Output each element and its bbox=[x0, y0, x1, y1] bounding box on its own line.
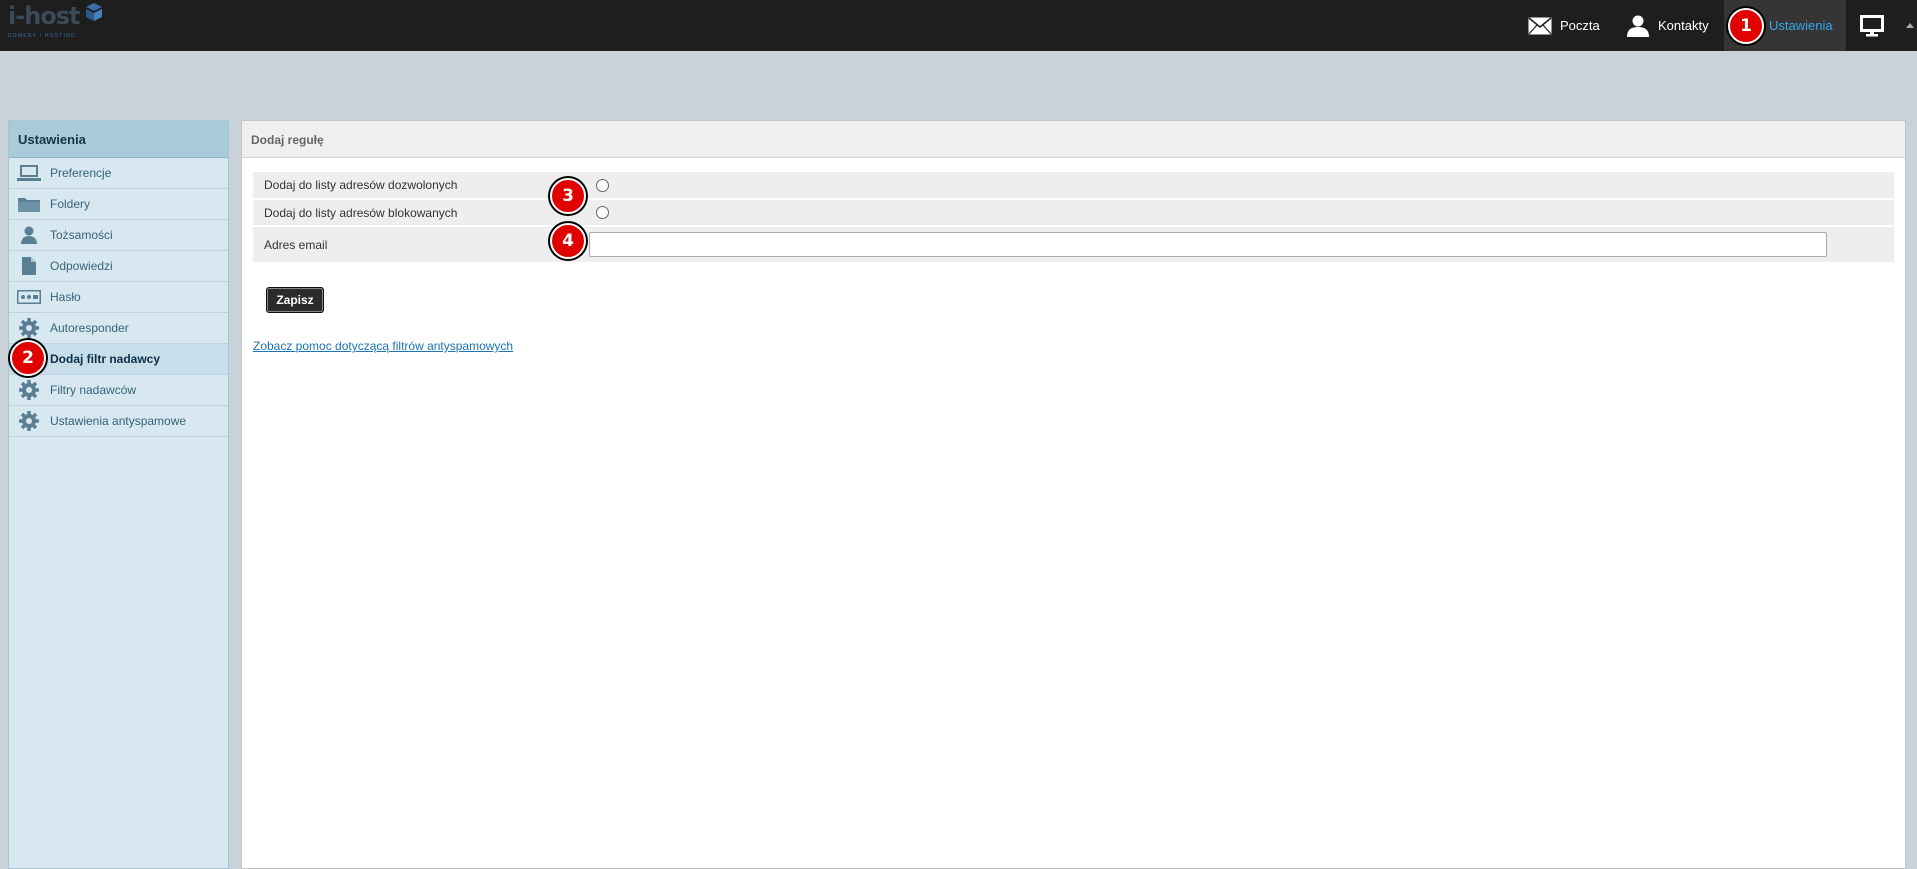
sidebar-item-label: Tożsamości bbox=[50, 228, 113, 242]
blacklist-radio[interactable] bbox=[596, 206, 609, 219]
folder-icon bbox=[17, 194, 41, 214]
nav-mail[interactable]: Poczta bbox=[1528, 0, 1600, 51]
email-row: Adres email bbox=[253, 227, 1894, 262]
nav-contacts[interactable]: Kontakty bbox=[1626, 0, 1709, 51]
panel-title: Dodaj regułę bbox=[242, 121, 1905, 158]
brand-logo-text: i-host bbox=[8, 2, 81, 30]
person-icon bbox=[17, 225, 41, 245]
sidebar-item-label: Foldery bbox=[50, 197, 91, 211]
whitelist-label: Dodaj do listy adresów dozwolonych bbox=[264, 178, 458, 192]
sidebar-item-label: Ustawienia antyspamowe bbox=[50, 414, 187, 428]
caret-up-icon[interactable] bbox=[1906, 23, 1914, 28]
person-icon bbox=[1627, 15, 1649, 37]
sidebar-item-sender-filters[interactable]: Filtry nadawców bbox=[9, 375, 228, 406]
annotation-badge-3: 3 bbox=[550, 178, 586, 214]
sidebar-item-folders[interactable]: Foldery bbox=[9, 189, 228, 220]
sidebar-item-preferences[interactable]: Preferencje bbox=[9, 158, 228, 189]
sidebar-item-label: Autoresponder bbox=[50, 321, 129, 335]
laptop-icon bbox=[17, 163, 41, 183]
add-rule-panel: Dodaj regułę Dodaj do listy adresów dozw… bbox=[241, 120, 1906, 869]
annotation-badge-4: 4 bbox=[550, 223, 586, 259]
envelope-icon bbox=[1528, 16, 1552, 34]
monitor-icon bbox=[1860, 14, 1884, 36]
gear-icon bbox=[17, 318, 41, 338]
sidebar-item-label: Preferencje bbox=[50, 166, 112, 180]
nav-settings-label: Ustawienia bbox=[1769, 18, 1833, 33]
sidebar-item-password[interactable]: Hasło bbox=[9, 282, 228, 313]
sidebar-item-label: Hasło bbox=[50, 290, 81, 304]
document-icon bbox=[17, 256, 41, 276]
sidebar-item-label: Dodaj filtr nadawcy bbox=[50, 352, 161, 366]
antispam-help-link[interactable]: Zobacz pomoc dotyczącą filtrów antyspamo… bbox=[253, 339, 513, 353]
blacklist-label: Dodaj do listy adresów blokowanych bbox=[264, 205, 458, 220]
email-input[interactable] bbox=[589, 232, 1827, 257]
gear-icon bbox=[17, 411, 41, 431]
sidebar-item-label: Filtry nadawców bbox=[50, 383, 137, 397]
cube-logo-icon bbox=[86, 3, 102, 21]
sidebar-item-antispam-settings[interactable]: Ustawienia antyspamowe bbox=[9, 406, 228, 437]
nav-mail-label: Poczta bbox=[1560, 18, 1600, 33]
whitelist-radio[interactable] bbox=[596, 178, 609, 192]
sidebar-item-autoresponder[interactable]: Autoresponder bbox=[9, 313, 228, 344]
password-icon bbox=[17, 287, 41, 307]
blacklist-row: Dodaj do listy adresów blokowanych bbox=[253, 200, 1894, 225]
nav-contacts-label: Kontakty bbox=[1658, 18, 1709, 33]
sidebar-item-label: Odpowiedzi bbox=[50, 259, 113, 273]
settings-sidebar: Ustawienia Preferencje Foldery Tożsamośc… bbox=[8, 120, 229, 869]
email-label: Adres email bbox=[264, 237, 328, 252]
top-navigation-bar: i-host DOMENY I HOSTING Poczta Kontakty … bbox=[0, 0, 1917, 51]
nav-screen-toggle[interactable] bbox=[1846, 0, 1906, 51]
annotation-badge-2: 2 bbox=[10, 340, 46, 376]
sidebar-title: Ustawienia bbox=[9, 121, 228, 158]
sidebar-item-identities[interactable]: Tożsamości bbox=[9, 220, 228, 251]
brand-logo[interactable]: i-host DOMENY I HOSTING bbox=[8, 0, 108, 42]
annotation-badge-1: 1 bbox=[1728, 8, 1764, 44]
gear-icon bbox=[17, 380, 41, 400]
save-button[interactable]: Zapisz bbox=[266, 287, 324, 313]
whitelist-row: Dodaj do listy adresów dozwolonych bbox=[253, 172, 1894, 198]
sidebar-item-responses[interactable]: Odpowiedzi bbox=[9, 251, 228, 282]
brand-tagline: DOMENY I HOSTING bbox=[8, 33, 77, 39]
